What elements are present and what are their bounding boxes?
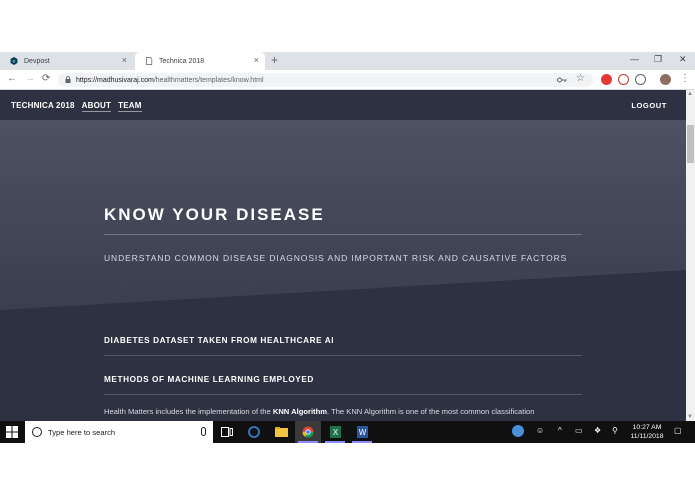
- devpost-favicon-icon: D: [10, 57, 18, 65]
- para-text: . The KNN Algorithm is one of the most c…: [326, 407, 535, 416]
- page-favicon-icon: [146, 57, 153, 65]
- svg-text:W: W: [358, 428, 366, 437]
- search-placeholder: Type here to search: [48, 427, 116, 437]
- page-subtitle: UNDERSTAND COMMON DISEASE DIAGNOSIS AND …: [104, 253, 568, 263]
- windows-taskbar: Type here to search X W ☺ ^ ▭ ❖ ⚲ 10:27 …: [0, 421, 695, 443]
- site-header: TECHNICA 2018 ABOUT TEAM LOGOUT: [0, 90, 686, 120]
- edge-browser-icon[interactable]: [241, 421, 267, 443]
- profile-avatar[interactable]: [660, 74, 671, 85]
- extension-icon[interactable]: [618, 74, 629, 85]
- section-heading-dataset: DIABETES DATASET TAKEN FROM HEALTHCARE A…: [104, 336, 335, 345]
- page-title: KNOW YOUR DISEASE: [104, 205, 325, 224]
- url-host: https://madhusivaraj.com: [76, 76, 154, 84]
- para-text: Health Matters includes the implementati…: [104, 407, 273, 416]
- forward-button[interactable]: →: [25, 73, 35, 84]
- logout-link[interactable]: LOGOUT: [631, 101, 667, 110]
- scroll-thumb[interactable]: [687, 125, 694, 163]
- address-bar[interactable]: https://madhusivaraj.com/healthmatters/t…: [58, 73, 593, 87]
- tab-title: Technica 2018: [159, 57, 205, 65]
- svg-text:D: D: [13, 59, 16, 64]
- page-scrollbar[interactable]: ▲ ▼: [686, 90, 695, 421]
- extension-icon[interactable]: [635, 74, 646, 85]
- new-tab-button[interactable]: +: [271, 53, 278, 67]
- system-clock[interactable]: 10:27 AM 11/11/2018: [624, 423, 670, 441]
- hero-banner: KNOW YOUR DISEASE UNDERSTAND COMMON DISE…: [0, 120, 686, 421]
- chrome-taskbar-icon[interactable]: [295, 421, 321, 443]
- windows-start-icon[interactable]: [6, 426, 18, 438]
- svg-text:X: X: [332, 428, 338, 437]
- tab-devpost[interactable]: D Devpost ×: [0, 52, 133, 70]
- app-tray-icon[interactable]: [512, 425, 524, 437]
- bookmark-star-icon[interactable]: ☆: [576, 73, 585, 84]
- browser-toolbar: ← → ⟳ https://madhusivaraj.com/healthmat…: [0, 70, 695, 90]
- key-icon[interactable]: [557, 76, 567, 84]
- tab-close-icon[interactable]: ×: [254, 55, 259, 65]
- reload-button[interactable]: ⟳: [42, 73, 50, 84]
- action-center-icon[interactable]: ▢: [674, 426, 682, 435]
- knn-algorithm-text: KNN Algorithm: [272, 407, 327, 416]
- word-icon[interactable]: W: [349, 421, 375, 443]
- cortana-icon: [32, 427, 42, 437]
- nav-about[interactable]: ABOUT: [81, 101, 112, 112]
- scroll-down-icon[interactable]: ▼: [687, 414, 693, 420]
- section-heading-methods: METHODS OF MACHINE LEARNING EMPLOYED: [104, 375, 314, 384]
- window-close-button[interactable]: ✕: [679, 54, 687, 65]
- file-explorer-icon[interactable]: [268, 421, 294, 443]
- tab-technica[interactable]: Technica 2018 ×: [135, 52, 265, 70]
- scroll-up-icon[interactable]: ▲: [687, 91, 693, 97]
- divider: [104, 234, 582, 235]
- tab-close-icon[interactable]: ×: [122, 55, 127, 65]
- dropbox-icon[interactable]: ❖: [594, 426, 601, 435]
- battery-icon[interactable]: ▭: [575, 426, 583, 435]
- screenshot-margin-top: [0, 0, 695, 52]
- excel-icon[interactable]: X: [322, 421, 348, 443]
- nav-team[interactable]: TEAM: [118, 101, 142, 112]
- lock-icon: [65, 76, 71, 83]
- divider: [104, 355, 582, 356]
- adblock-extension-icon[interactable]: [601, 74, 612, 85]
- web-page: TECHNICA 2018 ABOUT TEAM LOGOUT KNOW YOU…: [0, 90, 686, 421]
- back-button[interactable]: ←: [7, 73, 17, 84]
- microphone-icon[interactable]: [201, 427, 206, 436]
- nav-technica-2018[interactable]: TECHNICA 2018: [11, 101, 75, 112]
- taskbar-search-input[interactable]: Type here to search: [25, 421, 213, 443]
- browser-tab-bar: D Devpost × Technica 2018 × + — ❐ ✕: [0, 52, 695, 70]
- methods-paragraph: Health Matters includes the implementati…: [104, 405, 594, 418]
- url-path: /healthmatters/templates/know.html: [153, 76, 264, 84]
- tab-title: Devpost: [24, 57, 50, 65]
- browser-menu-icon[interactable]: ⋮: [680, 73, 690, 84]
- screenshot-margin-bottom: [0, 443, 695, 494]
- network-icon[interactable]: ⚲: [612, 426, 618, 435]
- clock-date: 11/11/2018: [630, 433, 664, 440]
- divider: [104, 394, 582, 395]
- minimize-button[interactable]: —: [630, 54, 639, 64]
- restore-button[interactable]: ❐: [654, 54, 662, 65]
- banner-background: [0, 120, 686, 310]
- clock-time: 10:27 AM: [632, 424, 662, 431]
- task-view-icon[interactable]: [214, 421, 240, 443]
- show-hidden-icons-button[interactable]: ^: [558, 426, 562, 435]
- people-icon[interactable]: ☺: [536, 426, 544, 435]
